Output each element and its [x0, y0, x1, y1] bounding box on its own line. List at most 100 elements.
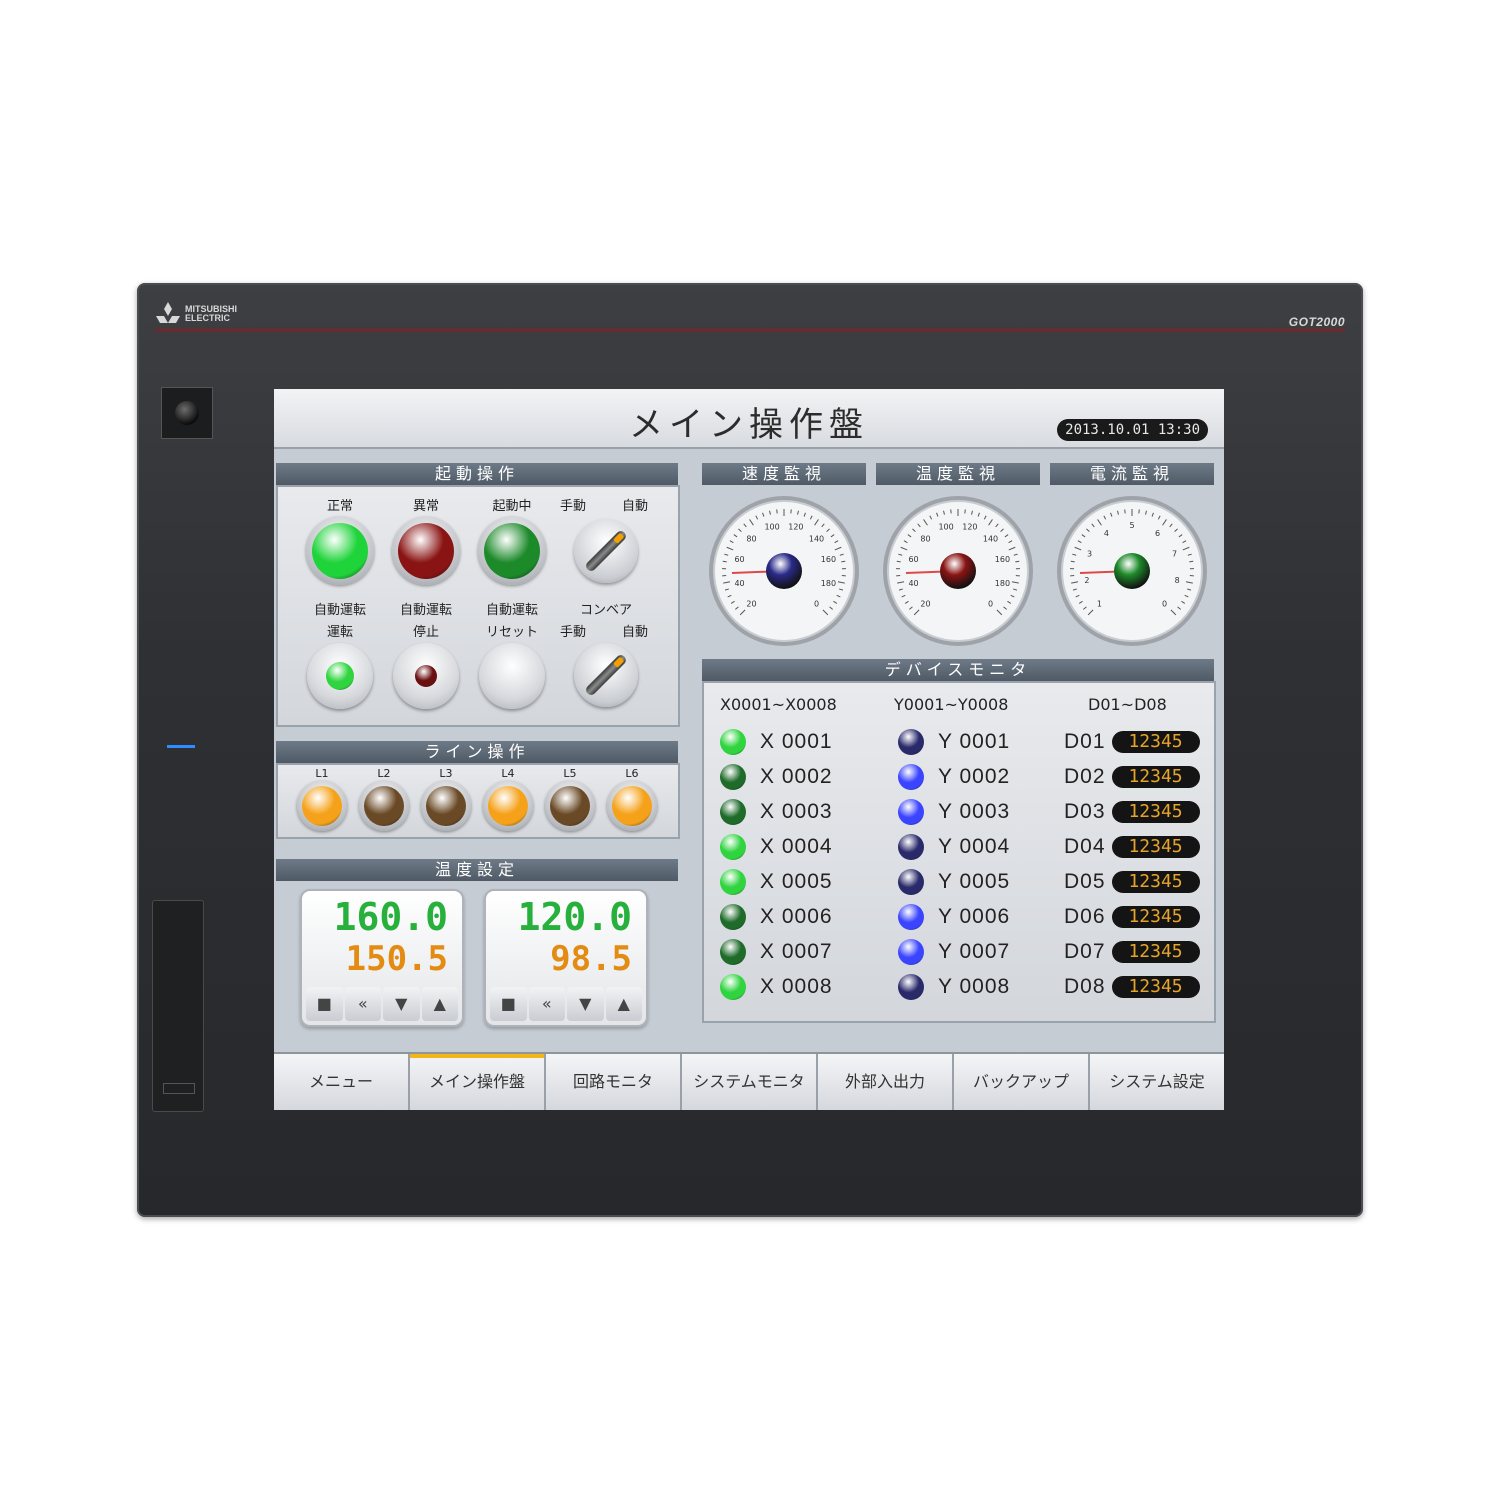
x-input-label: X 0006: [760, 905, 833, 928]
tab-メニュー[interactable]: メニュー: [274, 1054, 410, 1110]
up-button[interactable]: ▲: [605, 987, 642, 1021]
selector-left-label: 手動: [560, 499, 587, 514]
x-input-label: X 0001: [760, 730, 833, 753]
tab-外部入出力[interactable]: 外部入出力: [818, 1054, 954, 1110]
y-output-row: Y 0003: [898, 797, 1010, 827]
down-button[interactable]: ▼: [383, 987, 420, 1021]
selector-knob: [584, 529, 628, 573]
accent-line: [155, 329, 1345, 331]
camera-sensor-icon: [161, 387, 213, 439]
fast-rewind-button[interactable]: «: [528, 987, 565, 1021]
gauge-tick-label: 3: [1087, 549, 1092, 558]
x-input-lamp: [720, 799, 746, 825]
stop-button[interactable]: ■: [490, 987, 527, 1021]
mode-selector-switch[interactable]: [574, 519, 638, 583]
line-lamp-label: L1: [315, 767, 329, 780]
x-input-lamp: [720, 869, 746, 895]
y-output-lamp: [898, 834, 924, 860]
tab-システムモニタ[interactable]: システムモニタ: [682, 1054, 818, 1110]
lamp-label: 正常: [326, 499, 353, 514]
y-output-row: Y 0007: [898, 937, 1010, 967]
y-output-label: Y 0006: [938, 905, 1011, 928]
stop-button[interactable]: ■: [306, 987, 343, 1021]
d-register-value: 12345: [1111, 801, 1200, 823]
d-register-label: D05: [1064, 870, 1106, 893]
gauge-tick-label: 2: [1084, 576, 1089, 585]
usb-port-cover[interactable]: [152, 900, 204, 1112]
x-input-label: X 0003: [760, 800, 833, 823]
gauge-tick: [841, 560, 846, 563]
section-temp-set: 温度設定: [276, 859, 678, 881]
status-lamp: [484, 523, 540, 579]
line-lamp[interactable]: [364, 786, 404, 826]
button-indicator: [326, 662, 354, 690]
tab-バックアップ[interactable]: バックアップ: [954, 1054, 1090, 1110]
line-lamp-label: L6: [625, 767, 639, 780]
gauge-tick-label: 7: [1172, 549, 1177, 558]
button-label-line1: 自動運転: [313, 603, 366, 618]
y-output-label: Y 0004: [938, 835, 1011, 858]
x-input-lamp: [720, 764, 746, 790]
d-register-row: D08 12345: [1064, 972, 1200, 1002]
selector-right-label: 自動: [622, 499, 649, 514]
line-lamp[interactable]: [550, 786, 590, 826]
button-label-line2: 運転: [326, 625, 353, 640]
gauge-tick-label: 0: [1162, 600, 1167, 609]
tab-システム設定[interactable]: システム設定: [1090, 1054, 1224, 1110]
y-output-lamp: [898, 904, 924, 930]
gauge-tick-label: 6: [1155, 529, 1160, 538]
section-start-ops: 起動操作: [276, 463, 678, 485]
line-lamp[interactable]: [302, 786, 342, 826]
line-lamp[interactable]: [488, 786, 528, 826]
x-input-label: X 0004: [760, 835, 833, 858]
y-output-row: Y 0002: [898, 762, 1010, 792]
line-lamp[interactable]: [612, 786, 652, 826]
device-monitor-panel: X0001~X0008 Y0001~Y0008 D01~D08 X 0001 Y …: [702, 681, 1216, 1023]
status-lamp: [398, 523, 454, 579]
y-output-row: Y 0001: [898, 727, 1010, 757]
d-register-value: 12345: [1111, 906, 1200, 928]
section-line-ops: ライン操作: [276, 741, 678, 763]
gauge-tick: [1189, 560, 1194, 563]
d-register-value: 12345: [1111, 836, 1200, 858]
x-input-label: X 0002: [760, 765, 833, 788]
gauge-center: [940, 553, 976, 589]
setpoint-value[interactable]: 120.0: [518, 895, 632, 939]
section-current-mon: 電流監視: [1050, 463, 1214, 485]
temp-button-row: ■ «▼ ▲: [490, 987, 642, 1021]
gauge-tick-label: 0: [814, 600, 819, 609]
tab-回路モニタ[interactable]: 回路モニタ: [546, 1054, 682, 1110]
y-output-lamp: [898, 799, 924, 825]
x-input-lamp: [720, 729, 746, 755]
column-x-header: X0001~X0008: [720, 695, 837, 714]
line-ops-panel: L1 L2 L3 L4 L5 L6: [276, 763, 680, 839]
gauge-tick-label: 60: [908, 555, 918, 564]
button-label-line1: 自動運転: [485, 603, 538, 618]
title-bar: メイン操作盤 2013.10.01 13:30: [274, 389, 1224, 449]
line-lamp[interactable]: [426, 786, 466, 826]
d-register-label: D04: [1064, 835, 1106, 858]
gauge-tick-label: 180: [821, 579, 836, 588]
tab-メイン操作盤[interactable]: メイン操作盤: [410, 1054, 546, 1110]
process-value: 98.5: [550, 939, 632, 979]
setpoint-value[interactable]: 160.0: [334, 895, 448, 939]
fast-rewind-button[interactable]: «: [344, 987, 381, 1021]
d-register-row: D06 12345: [1064, 902, 1200, 932]
up-button[interactable]: ▲: [421, 987, 458, 1021]
y-output-label: Y 0003: [938, 800, 1011, 823]
gauge-tick-label: 100: [938, 523, 953, 532]
d-register-row: D05 12345: [1064, 867, 1200, 897]
x-input-row: X 0005: [720, 867, 833, 897]
gauge-tick: [1070, 560, 1075, 563]
start-ops-panel: 正常 異常 起動中 手動 自動 自動運転 自動運転 自動運転 コンベア 運転 停止 リセット 手動 自動: [276, 485, 680, 727]
down-button[interactable]: ▼: [567, 987, 604, 1021]
gauge-tick-label: 140: [809, 534, 824, 543]
d-register-row: D04 12345: [1064, 832, 1200, 862]
button-label-line1: コンベア: [579, 603, 632, 618]
section-speed-mon: 速度監視: [702, 463, 866, 485]
conveyor-selector-switch[interactable]: [574, 643, 638, 707]
d-register-label: D08: [1064, 975, 1106, 998]
auto-reset-button[interactable]: [479, 643, 545, 709]
y-output-lamp: [898, 939, 924, 965]
brand-logo: MITSUBISHI ELECTRIC: [155, 301, 237, 327]
